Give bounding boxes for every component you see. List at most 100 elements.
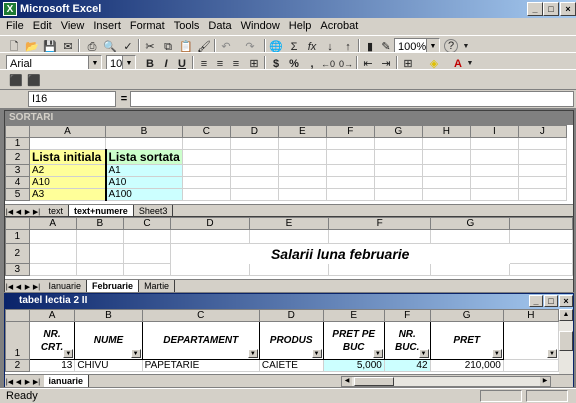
cell[interactable] [421, 176, 471, 189]
col-header[interactable]: G [373, 125, 423, 138]
col-header[interactable] [509, 217, 573, 230]
minimize-button[interactable]: _ [527, 2, 543, 16]
cell[interactable] [469, 188, 519, 201]
cell[interactable] [517, 164, 567, 177]
corner-cell[interactable] [5, 217, 30, 230]
header-nume[interactable]: NUME ▼ [74, 321, 143, 360]
cell[interactable] [28, 229, 77, 244]
cell[interactable] [421, 188, 471, 201]
filter-dropdown-icon[interactable]: ▼ [372, 349, 383, 358]
filter-dropdown-icon[interactable]: ▼ [418, 349, 429, 358]
cell[interactable] [421, 149, 471, 165]
col-header[interactable]: J [517, 125, 567, 138]
cell[interactable] [517, 137, 567, 150]
row-header[interactable]: 3 [5, 164, 30, 177]
cell[interactable] [509, 263, 573, 276]
cell[interactable] [469, 149, 519, 165]
cell[interactable] [229, 176, 279, 189]
filter-dropdown-icon[interactable]: ▼ [63, 349, 74, 358]
cell[interactable] [249, 263, 329, 276]
cell[interactable] [122, 243, 172, 264]
cell[interactable]: ▼ [502, 321, 559, 360]
cell[interactable] [469, 176, 519, 189]
cell[interactable] [28, 243, 77, 264]
cell[interactable] [509, 243, 573, 264]
col-header[interactable]: F [383, 309, 431, 322]
cell[interactable] [229, 149, 279, 165]
row-header[interactable]: 1 [5, 321, 30, 360]
menu-acrobat[interactable]: Acrobat [314, 18, 361, 32]
col-header[interactable]: B [75, 217, 124, 230]
cell[interactable] [502, 359, 559, 372]
col-header[interactable]: G [429, 309, 504, 322]
cell[interactable] [181, 188, 231, 201]
cell[interactable] [325, 149, 375, 165]
cell[interactable]: 210,000 [429, 359, 504, 372]
row-header[interactable]: 2 [5, 149, 30, 165]
cell[interactable]: CHIVU [74, 359, 143, 372]
cell[interactable] [421, 137, 471, 150]
col-header[interactable]: D [258, 309, 324, 322]
scroll-right-icon[interactable]: ▶ [540, 377, 550, 386]
cell[interactable] [277, 188, 327, 201]
tab-februarie[interactable]: Februarie [87, 280, 140, 292]
cell[interactable] [181, 149, 231, 165]
row-header[interactable]: 2 [5, 243, 30, 264]
cell[interactable] [122, 229, 172, 244]
pdf-convert-icon[interactable]: ⬛ [8, 73, 24, 89]
cell[interactable] [517, 176, 567, 189]
pdf-email-icon[interactable]: ⬛ [26, 73, 42, 89]
tab-ianuarie[interactable]: ianuarie [43, 375, 90, 387]
cell[interactable] [373, 176, 423, 189]
cell[interactable]: 5,000 [322, 359, 385, 372]
cell[interactable] [170, 229, 250, 244]
menu-file[interactable]: File [0, 18, 27, 32]
cell[interactable] [181, 137, 231, 150]
cell[interactable] [327, 229, 432, 244]
tabel-minimize-button[interactable]: _ [529, 295, 543, 307]
cell[interactable]: A10 [105, 176, 183, 189]
menu-view[interactable]: View [55, 18, 88, 32]
col-header[interactable]: H [421, 125, 471, 138]
row-header[interactable]: 4 [5, 176, 30, 189]
cell[interactable] [229, 188, 279, 201]
cell[interactable] [325, 164, 375, 177]
col-header[interactable]: B [105, 125, 183, 138]
header-nr-crt[interactable]: NR. CRT. ▼ [28, 321, 76, 360]
help-icon[interactable]: ? [444, 39, 458, 53]
filter-dropdown-icon[interactable]: ▼ [491, 349, 502, 358]
scroll-left-icon[interactable]: ◀ [342, 377, 352, 386]
cell[interactable] [373, 137, 423, 150]
corner-cell[interactable] [5, 309, 30, 322]
menu-help[interactable]: Help [283, 18, 315, 32]
col-header[interactable]: E [249, 217, 329, 230]
cell[interactable] [373, 188, 423, 201]
cell[interactable] [327, 263, 432, 276]
header-pret-pe-buc[interactable]: PRET PE BUC ▼ [322, 321, 385, 360]
col-header[interactable]: D [229, 125, 279, 138]
cell[interactable] [430, 263, 511, 276]
cell[interactable] [181, 164, 231, 177]
header-produs[interactable]: PRODUS ▼ [258, 321, 324, 360]
col-header[interactable]: E [322, 309, 385, 322]
scroll-thumb[interactable] [559, 331, 573, 351]
row-header[interactable]: 5 [5, 188, 30, 201]
col-header[interactable]: A [28, 217, 77, 230]
cell[interactable] [325, 188, 375, 201]
tabel-maximize-button[interactable]: □ [544, 295, 558, 307]
filter-dropdown-icon[interactable]: ▼ [247, 349, 258, 358]
cell[interactable] [181, 176, 231, 189]
cell[interactable] [325, 176, 375, 189]
header-pret[interactable]: PRET ▼ [429, 321, 504, 360]
cell-lista-sortata[interactable]: Lista sortata [105, 149, 183, 165]
cell[interactable] [229, 137, 279, 150]
col-header[interactable]: F [325, 125, 375, 138]
col-header[interactable]: D [170, 217, 250, 230]
cell[interactable] [325, 137, 375, 150]
filter-dropdown-icon[interactable]: ▼ [130, 349, 141, 358]
restore-button[interactable]: □ [543, 2, 559, 16]
cell[interactable]: PAPETARIE [141, 359, 260, 372]
header-departament[interactable]: DEPARTAMENT ▼ [141, 321, 260, 360]
cell[interactable]: A3 [29, 188, 107, 201]
formula-input[interactable] [130, 91, 574, 107]
